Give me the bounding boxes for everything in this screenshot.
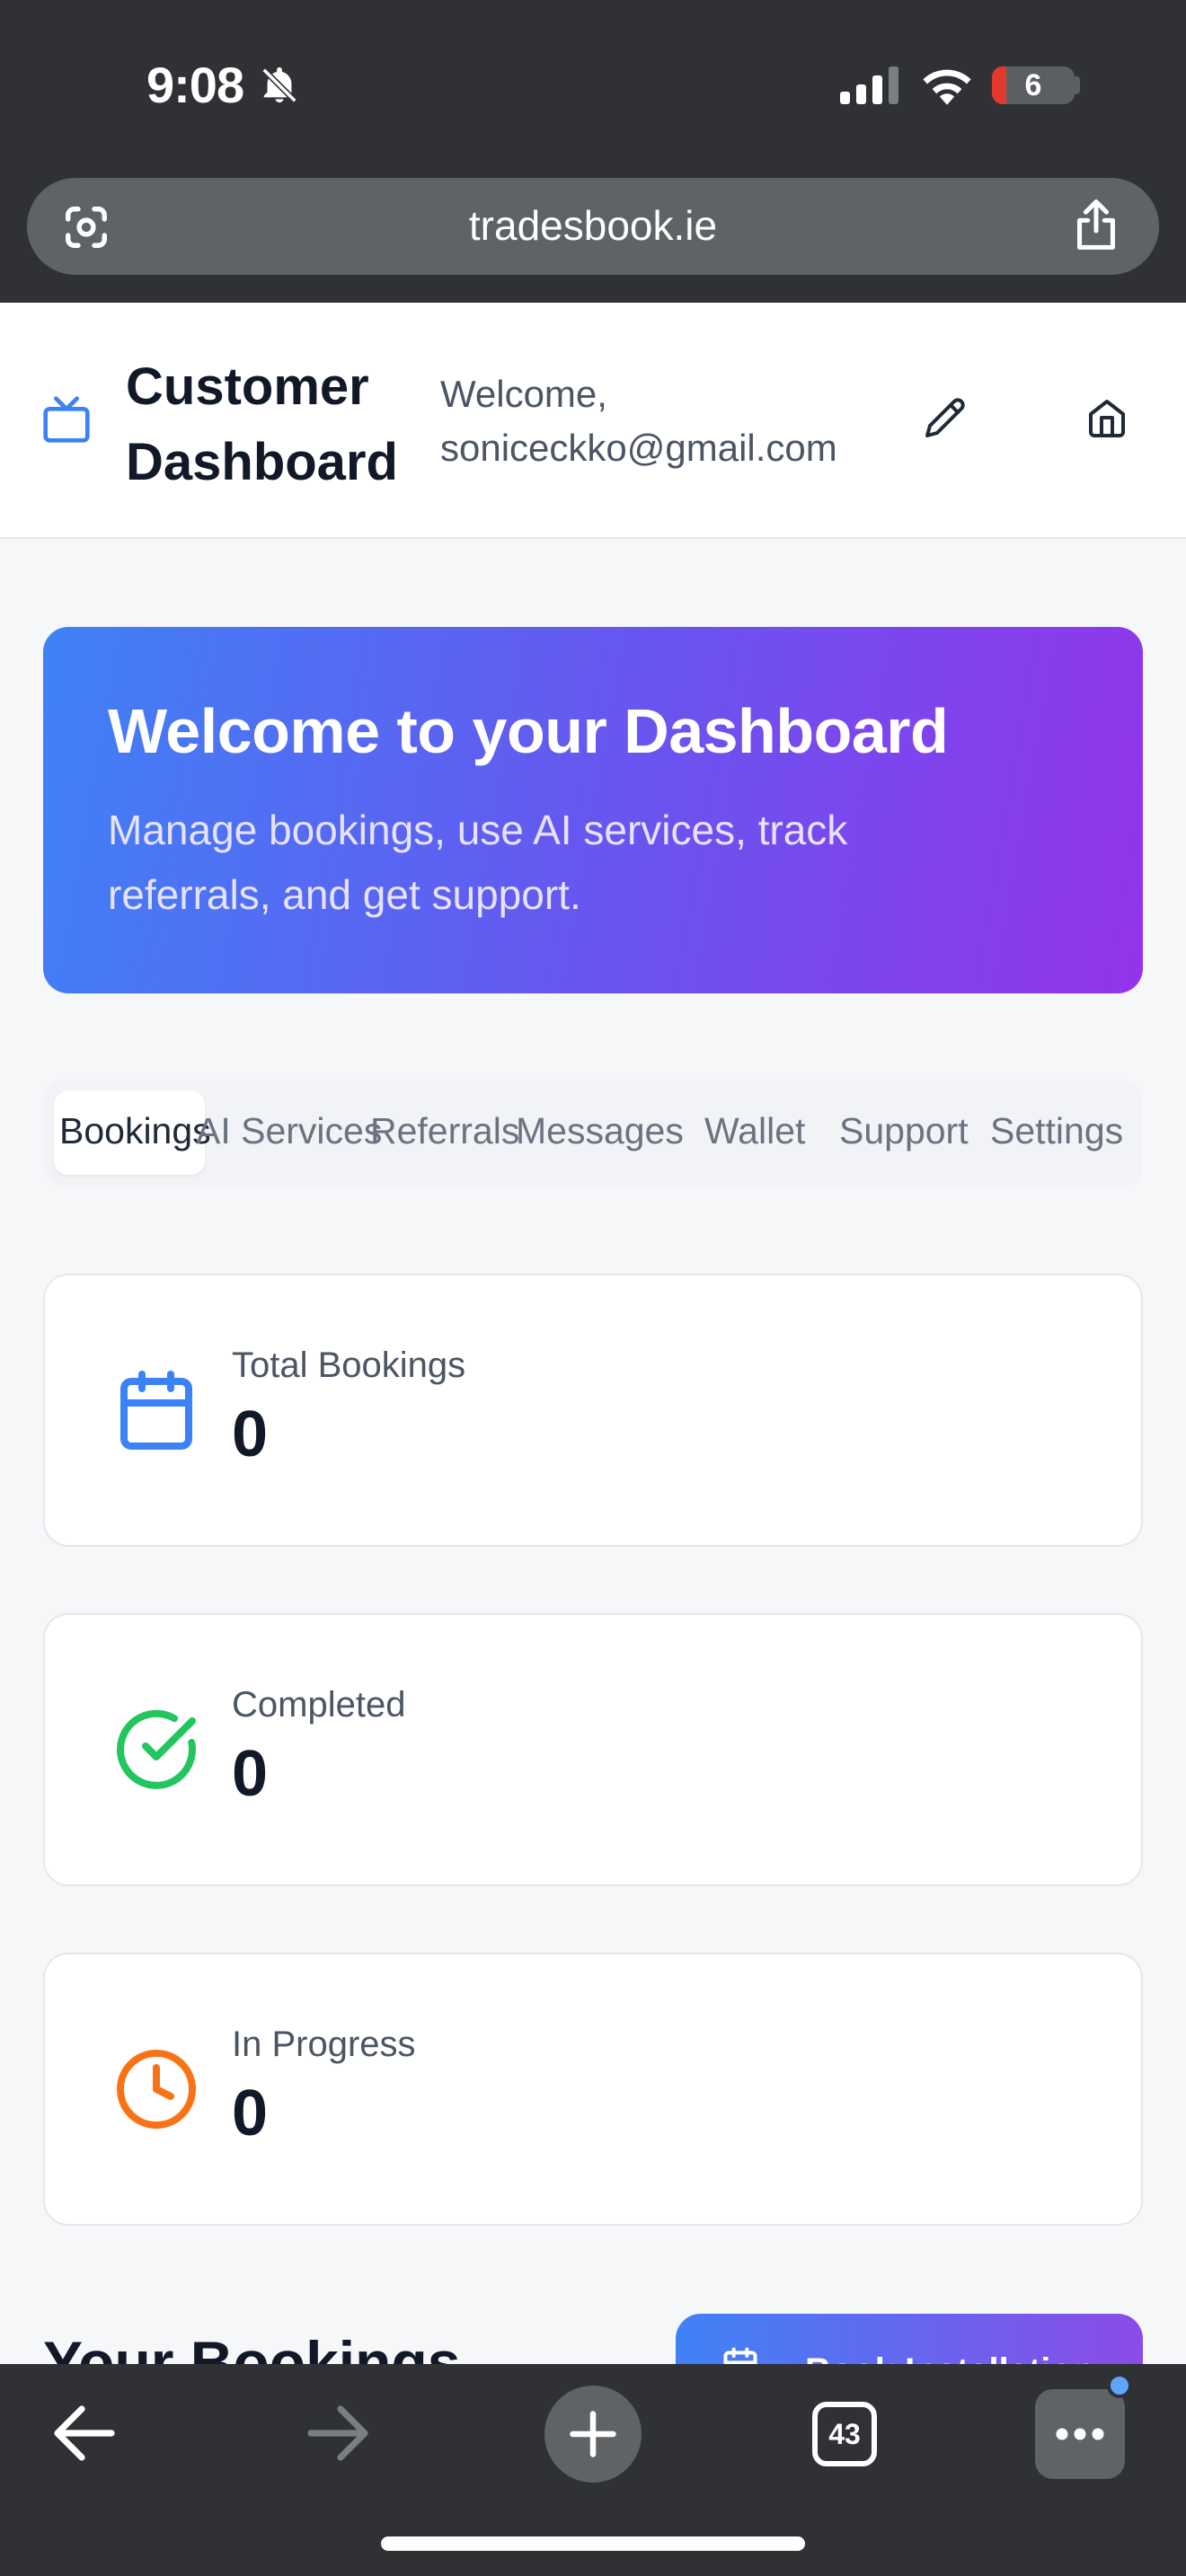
banner-subtitle: Manage bookings, use AI services, track … (108, 807, 848, 918)
check-circle-icon (116, 1709, 196, 1789)
tab-wallet[interactable]: Wallet (704, 1110, 805, 1152)
more-icon (1056, 2428, 1104, 2440)
tab-messages[interactable]: Messages (516, 1110, 684, 1152)
tab-referrals[interactable]: Referrals (370, 1110, 519, 1152)
bell-slash-icon (261, 66, 297, 103)
wifi-icon (923, 69, 971, 105)
browser-top-bar: 9:08 6 tradesbook.ie (0, 0, 1186, 303)
home-icon[interactable] (1085, 396, 1128, 439)
page-title: Customer Dashboard (126, 357, 398, 491)
tv-icon (43, 396, 90, 443)
stat-value: 0 (232, 1738, 269, 1810)
welcome-label: Welcome, (440, 373, 607, 415)
home-indicator[interactable] (381, 2536, 805, 2551)
tabs-icon[interactable]: 43 (812, 2402, 877, 2466)
calendar-icon (120, 1371, 192, 1450)
address-bar[interactable]: tradesbook.ie (27, 178, 1159, 275)
dashboard-tabs: Bookings AI Services Referrals Messages … (43, 1080, 1143, 1186)
stat-card-total-bookings: Total Bookings 0 (43, 1274, 1143, 1547)
cellular-signal-icon (840, 65, 898, 104)
notification-dot (1107, 2373, 1132, 2398)
clock-icon (117, 2050, 196, 2129)
tab-bookings[interactable]: Bookings (59, 1110, 211, 1152)
stat-value: 0 (232, 2078, 269, 2149)
battery-icon: 6 (992, 66, 1075, 104)
tab-support[interactable]: Support (839, 1110, 969, 1152)
more-button[interactable] (1035, 2389, 1125, 2479)
battery-cap (1075, 76, 1080, 94)
share-icon[interactable] (1073, 198, 1120, 251)
stat-label: In Progress (232, 2025, 416, 2064)
tab-settings[interactable]: Settings (990, 1110, 1123, 1152)
stat-card-in-progress: In Progress 0 (43, 1953, 1143, 2226)
stat-card-completed: Completed 0 (43, 1613, 1143, 1886)
pencil-icon[interactable] (924, 396, 967, 439)
plus-icon (570, 2411, 616, 2457)
url-text[interactable]: tradesbook.ie (27, 201, 1159, 250)
new-tab-button[interactable] (544, 2386, 642, 2483)
welcome-banner: Welcome to your Dashboard Manage booking… (43, 627, 1143, 993)
banner-title: Welcome to your Dashboard (108, 696, 949, 766)
battery-level: 6 (1024, 68, 1042, 102)
stat-value: 0 (232, 1398, 269, 1470)
welcome-text: Welcome, soniceckko@gmail.com (440, 367, 837, 475)
app-header: Customer Dashboard Welcome, soniceckko@g… (0, 303, 1186, 539)
status-time: 9:08 (146, 57, 244, 113)
forward-arrow-icon[interactable] (305, 2404, 370, 2463)
stat-label: Total Bookings (232, 1345, 466, 1385)
tab-ai-services[interactable]: AI Services (196, 1110, 382, 1152)
user-email: soniceckko@gmail.com (440, 427, 837, 469)
stat-label: Completed (232, 1685, 406, 1725)
back-arrow-icon[interactable] (52, 2404, 117, 2463)
